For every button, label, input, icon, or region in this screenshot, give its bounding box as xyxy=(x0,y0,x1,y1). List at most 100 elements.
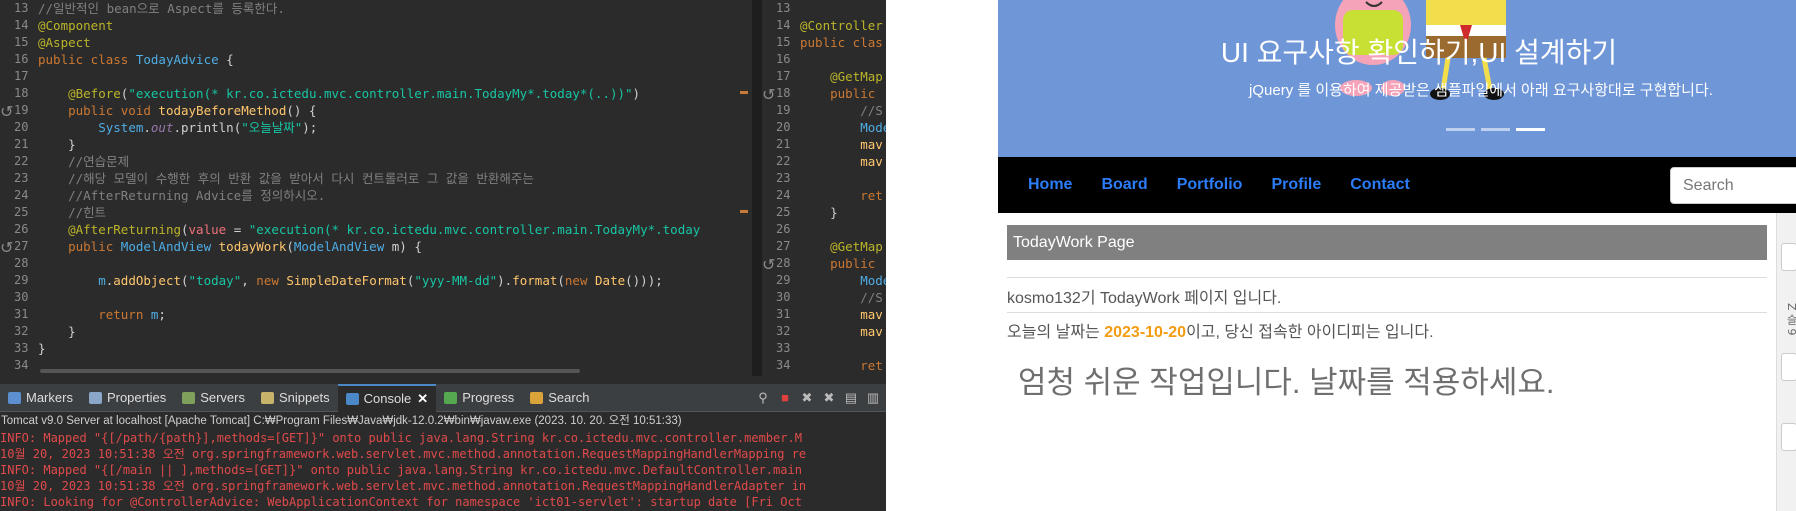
code-line[interactable] xyxy=(800,221,886,238)
code-line[interactable]: public void todayBeforeMethod() { xyxy=(38,102,752,119)
code-line[interactable]: } xyxy=(38,323,752,340)
code-line[interactable]: } xyxy=(38,136,752,153)
code-editor-today-advice[interactable]: 13 14 15 16 17 18 19 ↺ 20 21 22 23 24 25 26 27 ↺ 28 29 30 31… xyxy=(0,0,752,376)
code-line[interactable]: mav xyxy=(800,136,886,153)
code-line[interactable] xyxy=(38,68,752,85)
code-line[interactable]: return m; xyxy=(38,306,752,323)
code-line[interactable]: ret xyxy=(800,187,886,204)
code-token: ModelAndView xyxy=(293,239,392,254)
code-line[interactable]: public ModelAndView todayWork(ModelAndVi… xyxy=(38,238,752,255)
close-icon[interactable]: ✕ xyxy=(417,391,428,407)
code-line[interactable]: //힌트 xyxy=(38,204,752,221)
code-line[interactable]: @Controller xyxy=(800,17,886,34)
line-number: 15 xyxy=(776,35,791,49)
code-line[interactable]: @GetMap xyxy=(800,238,886,255)
code-line[interactable]: @GetMap xyxy=(800,68,886,85)
console-toolbar: ⚲ ■ ✖ ✖ ▤ ▥ xyxy=(756,390,886,406)
code-line[interactable] xyxy=(38,255,752,272)
code-line[interactable]: } xyxy=(38,340,752,357)
code-line[interactable]: public clas xyxy=(800,34,886,51)
code-line[interactable]: public xyxy=(800,255,886,272)
code-editor-controller[interactable]: 13 14 15 16 17 18 ↺ 19 20 21 22 23 24 25 26 27 28 ↺ 29 30 31… xyxy=(762,0,886,376)
code-token: , xyxy=(241,273,257,288)
tab-properties[interactable]: Properties xyxy=(81,384,174,412)
line-number-gutter: 13 14 15 16 17 18 ↺ 19 20 21 22 23 24 25 26 27 28 ↺ 29 30 31… xyxy=(762,0,800,376)
remove-launch-icon[interactable]: ✖ xyxy=(800,390,814,406)
side-button[interactable] xyxy=(1781,423,1796,451)
code-line[interactable]: //해당 모델이 수행한 후의 반환 값을 받아서 다시 컨트롤러로 그 값을 … xyxy=(38,170,752,187)
code-line[interactable] xyxy=(800,51,886,68)
code-line[interactable]: public xyxy=(800,85,886,102)
clear-console-icon[interactable]: ▤ xyxy=(844,390,858,406)
scroll-lock-icon[interactable]: ▥ xyxy=(866,390,880,406)
nav-board[interactable]: Board xyxy=(1101,176,1147,194)
code-line[interactable] xyxy=(800,170,886,187)
nav-home[interactable]: Home xyxy=(1028,176,1072,194)
code-line[interactable]: //S xyxy=(800,289,886,306)
code-line[interactable] xyxy=(800,0,886,17)
code-line[interactable]: public class TodayAdvice { xyxy=(38,51,752,68)
nav-contact[interactable]: Contact xyxy=(1350,176,1410,194)
nav-portfolio[interactable]: Portfolio xyxy=(1177,176,1243,194)
tab-progress[interactable]: Progress xyxy=(436,384,522,412)
console-output[interactable]: INFO: Mapped "{[/path/{path}],methods=[G… xyxy=(0,430,886,510)
code-line[interactable]: @Component xyxy=(38,17,752,34)
console-line: INFO: Mapped "{[/main || ],methods=[GET]… xyxy=(0,463,802,477)
code-area[interactable]: //일반적인 bean으로 Aspect를 등록한다. @Component @As… xyxy=(38,0,752,376)
code-line[interactable]: Mode xyxy=(800,272,886,289)
overview-marker[interactable] xyxy=(740,210,748,213)
line-number: 25 xyxy=(14,205,29,219)
code-line[interactable]: mav xyxy=(800,323,886,340)
main-content: TodayWork Page kosmo132기 TodayWork 페이지 입… xyxy=(998,213,1768,511)
tab-snippets[interactable]: Snippets xyxy=(253,384,338,412)
terminate-icon[interactable]: ■ xyxy=(778,390,792,406)
horizontal-scrollbar[interactable] xyxy=(0,368,752,374)
code-token: ())); xyxy=(625,273,663,288)
code-token: @Before xyxy=(68,86,121,101)
carousel-indicator-active[interactable] xyxy=(1516,128,1545,131)
overview-marker[interactable] xyxy=(740,91,748,94)
tab-console[interactable]: Console ✕ xyxy=(337,383,437,412)
code-line[interactable]: @Aspect xyxy=(38,34,752,51)
code-line[interactable]: } xyxy=(800,204,886,221)
tab-search[interactable]: Search xyxy=(522,384,597,412)
code-line[interactable]: System.out.println("오늘날짜"); xyxy=(38,119,752,136)
code-token: mav xyxy=(800,154,883,169)
code-token: ); xyxy=(302,120,318,135)
code-line[interactable]: //S xyxy=(800,102,886,119)
code-token: "오늘날짜" xyxy=(241,120,303,135)
carousel-indicator[interactable] xyxy=(1481,128,1510,131)
code-line[interactable]: @AfterReturning(value = "execution(* kr.… xyxy=(38,221,752,238)
tab-servers[interactable]: Servers xyxy=(174,384,253,412)
scrollbar-thumb[interactable] xyxy=(40,369,580,373)
code-line[interactable]: @Before("execution(* kr.co.ictedu.mvc.co… xyxy=(38,85,752,102)
code-line[interactable] xyxy=(800,340,886,357)
editor-split-divider[interactable] xyxy=(752,0,762,376)
code-token: mav xyxy=(800,324,883,339)
remove-all-icon[interactable]: ✖ xyxy=(822,390,836,406)
code-line[interactable]: mav xyxy=(800,153,886,170)
code-line[interactable]: //연습문제 xyxy=(38,153,752,170)
code-line[interactable]: m.addObject("today", new SimpleDateForma… xyxy=(38,272,752,289)
tab-markers[interactable]: Markers xyxy=(0,384,81,412)
code-line[interactable]: //일반적인 bean으로 Aspect를 등록한다. xyxy=(38,0,752,17)
console-line: INFO: Looking for @ControllerAdvice: Web… xyxy=(0,495,802,509)
line-number: 32 xyxy=(14,324,29,338)
side-button[interactable] xyxy=(1781,353,1796,381)
code-token: TodayAdvice xyxy=(135,52,219,67)
line-number: 32 xyxy=(776,324,791,338)
pin-icon[interactable]: ⚲ xyxy=(756,390,770,406)
nav-profile[interactable]: Profile xyxy=(1271,176,1321,194)
side-button[interactable] xyxy=(1781,243,1796,271)
line-number: 21 xyxy=(776,137,791,151)
code-line[interactable]: //AfterReturning Advice를 정의하시오. xyxy=(38,187,752,204)
carousel-indicator[interactable] xyxy=(1446,128,1475,131)
search-input[interactable]: Search xyxy=(1670,167,1796,204)
code-area[interactable]: @Controller public clas @GetMap public //… xyxy=(800,0,886,376)
code-line[interactable]: mav xyxy=(800,306,886,323)
code-line[interactable]: Mode xyxy=(800,119,886,136)
code-line[interactable] xyxy=(38,289,752,306)
code-line[interactable]: ret xyxy=(800,357,886,374)
code-token: "today" xyxy=(188,273,242,288)
